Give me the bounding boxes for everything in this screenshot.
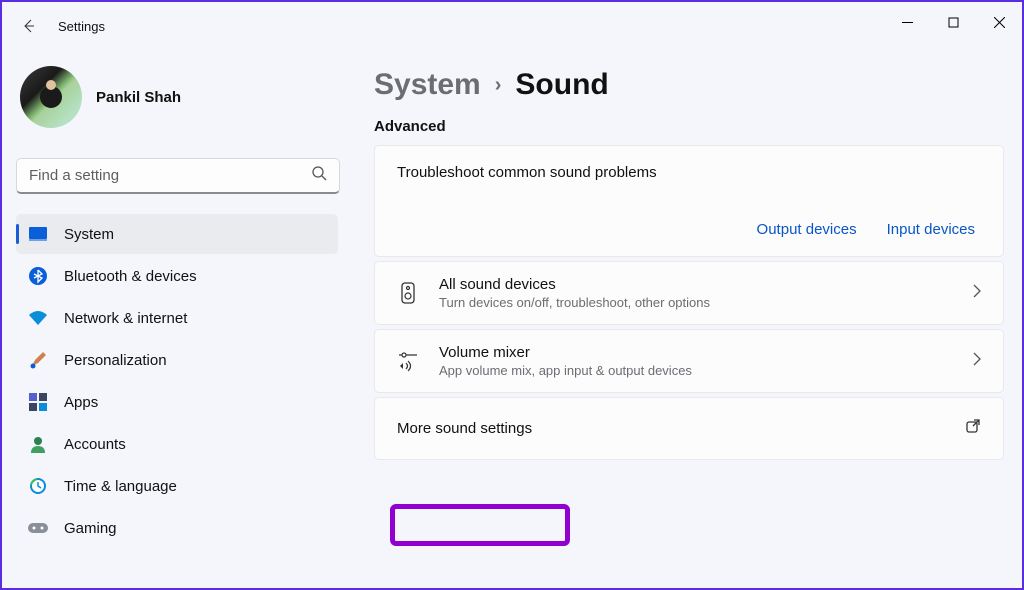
- list-subtitle: App volume mix, app input & output devic…: [439, 363, 953, 378]
- sidebar-item-network[interactable]: Network & internet: [16, 298, 338, 338]
- window-controls: [884, 6, 1022, 38]
- all-sound-devices-item[interactable]: All sound devices Turn devices on/off, t…: [374, 261, 1004, 325]
- gaming-icon: [28, 518, 48, 538]
- nav-label: Apps: [64, 394, 98, 411]
- brush-icon: [28, 350, 48, 370]
- nav-label: System: [64, 226, 114, 243]
- volume-mixer-item[interactable]: Volume mixer App volume mix, app input &…: [374, 329, 1004, 393]
- list-title: All sound devices: [439, 276, 953, 293]
- profile-name: Pankil Shah: [96, 89, 181, 106]
- list-subtitle: Turn devices on/off, troubleshoot, other…: [439, 295, 953, 310]
- minimize-button[interactable]: [884, 6, 930, 38]
- nav-label: Time & language: [64, 478, 177, 495]
- sidebar-item-personalization[interactable]: Personalization: [16, 340, 338, 380]
- chevron-right-icon: [973, 352, 981, 371]
- titlebar: Settings: [2, 2, 1022, 50]
- sidebar-item-apps[interactable]: Apps: [16, 382, 338, 422]
- close-button[interactable]: [976, 6, 1022, 38]
- nav-list: System Bluetooth & devices Network & int…: [16, 214, 348, 548]
- speaker-icon: [397, 282, 419, 304]
- list-title: Volume mixer: [439, 344, 953, 361]
- wifi-icon: [28, 308, 48, 328]
- search-placeholder: Find a setting: [29, 167, 119, 184]
- window-title: Settings: [58, 19, 105, 34]
- account-icon: [28, 434, 48, 454]
- system-icon: [28, 224, 48, 244]
- sidebar-item-system[interactable]: System: [16, 214, 338, 254]
- breadcrumb-parent[interactable]: System: [374, 68, 481, 102]
- search-icon: [311, 165, 327, 186]
- back-button[interactable]: [18, 16, 38, 36]
- nav-label: Gaming: [64, 520, 117, 537]
- nav-label: Accounts: [64, 436, 126, 453]
- nav-label: Personalization: [64, 352, 167, 369]
- open-external-icon: [965, 418, 981, 439]
- output-devices-link[interactable]: Output devices: [757, 221, 857, 238]
- search-input[interactable]: Find a setting: [16, 158, 340, 194]
- section-header-advanced: Advanced: [374, 118, 1004, 135]
- sidebar-item-time[interactable]: Time & language: [16, 466, 338, 506]
- troubleshoot-card: Troubleshoot common sound problems Outpu…: [374, 145, 1004, 257]
- apps-icon: [28, 392, 48, 412]
- breadcrumb-current: Sound: [515, 68, 608, 102]
- sidebar-item-gaming[interactable]: Gaming: [16, 508, 338, 548]
- sidebar-item-accounts[interactable]: Accounts: [16, 424, 338, 464]
- nav-label: Network & internet: [64, 310, 187, 327]
- time-icon: [28, 476, 48, 496]
- list-title: More sound settings: [397, 420, 532, 437]
- maximize-button[interactable]: [930, 6, 976, 38]
- sidebar: Pankil Shah Find a setting System Blueto…: [2, 50, 348, 588]
- input-devices-link[interactable]: Input devices: [887, 221, 975, 238]
- chevron-right-icon: ›: [495, 74, 502, 97]
- breadcrumb: System › Sound: [374, 68, 1004, 102]
- profile[interactable]: Pankil Shah: [16, 58, 348, 144]
- main-content: System › Sound Advanced Troubleshoot com…: [348, 50, 1022, 588]
- nav-label: Bluetooth & devices: [64, 268, 197, 285]
- avatar: [20, 66, 82, 128]
- more-sound-settings-item[interactable]: More sound settings: [374, 397, 1004, 460]
- chevron-right-icon: [973, 284, 981, 303]
- bluetooth-icon: [28, 266, 48, 286]
- troubleshoot-title: Troubleshoot common sound problems: [397, 164, 981, 181]
- sidebar-item-bluetooth[interactable]: Bluetooth & devices: [16, 256, 338, 296]
- mixer-icon: [397, 350, 419, 372]
